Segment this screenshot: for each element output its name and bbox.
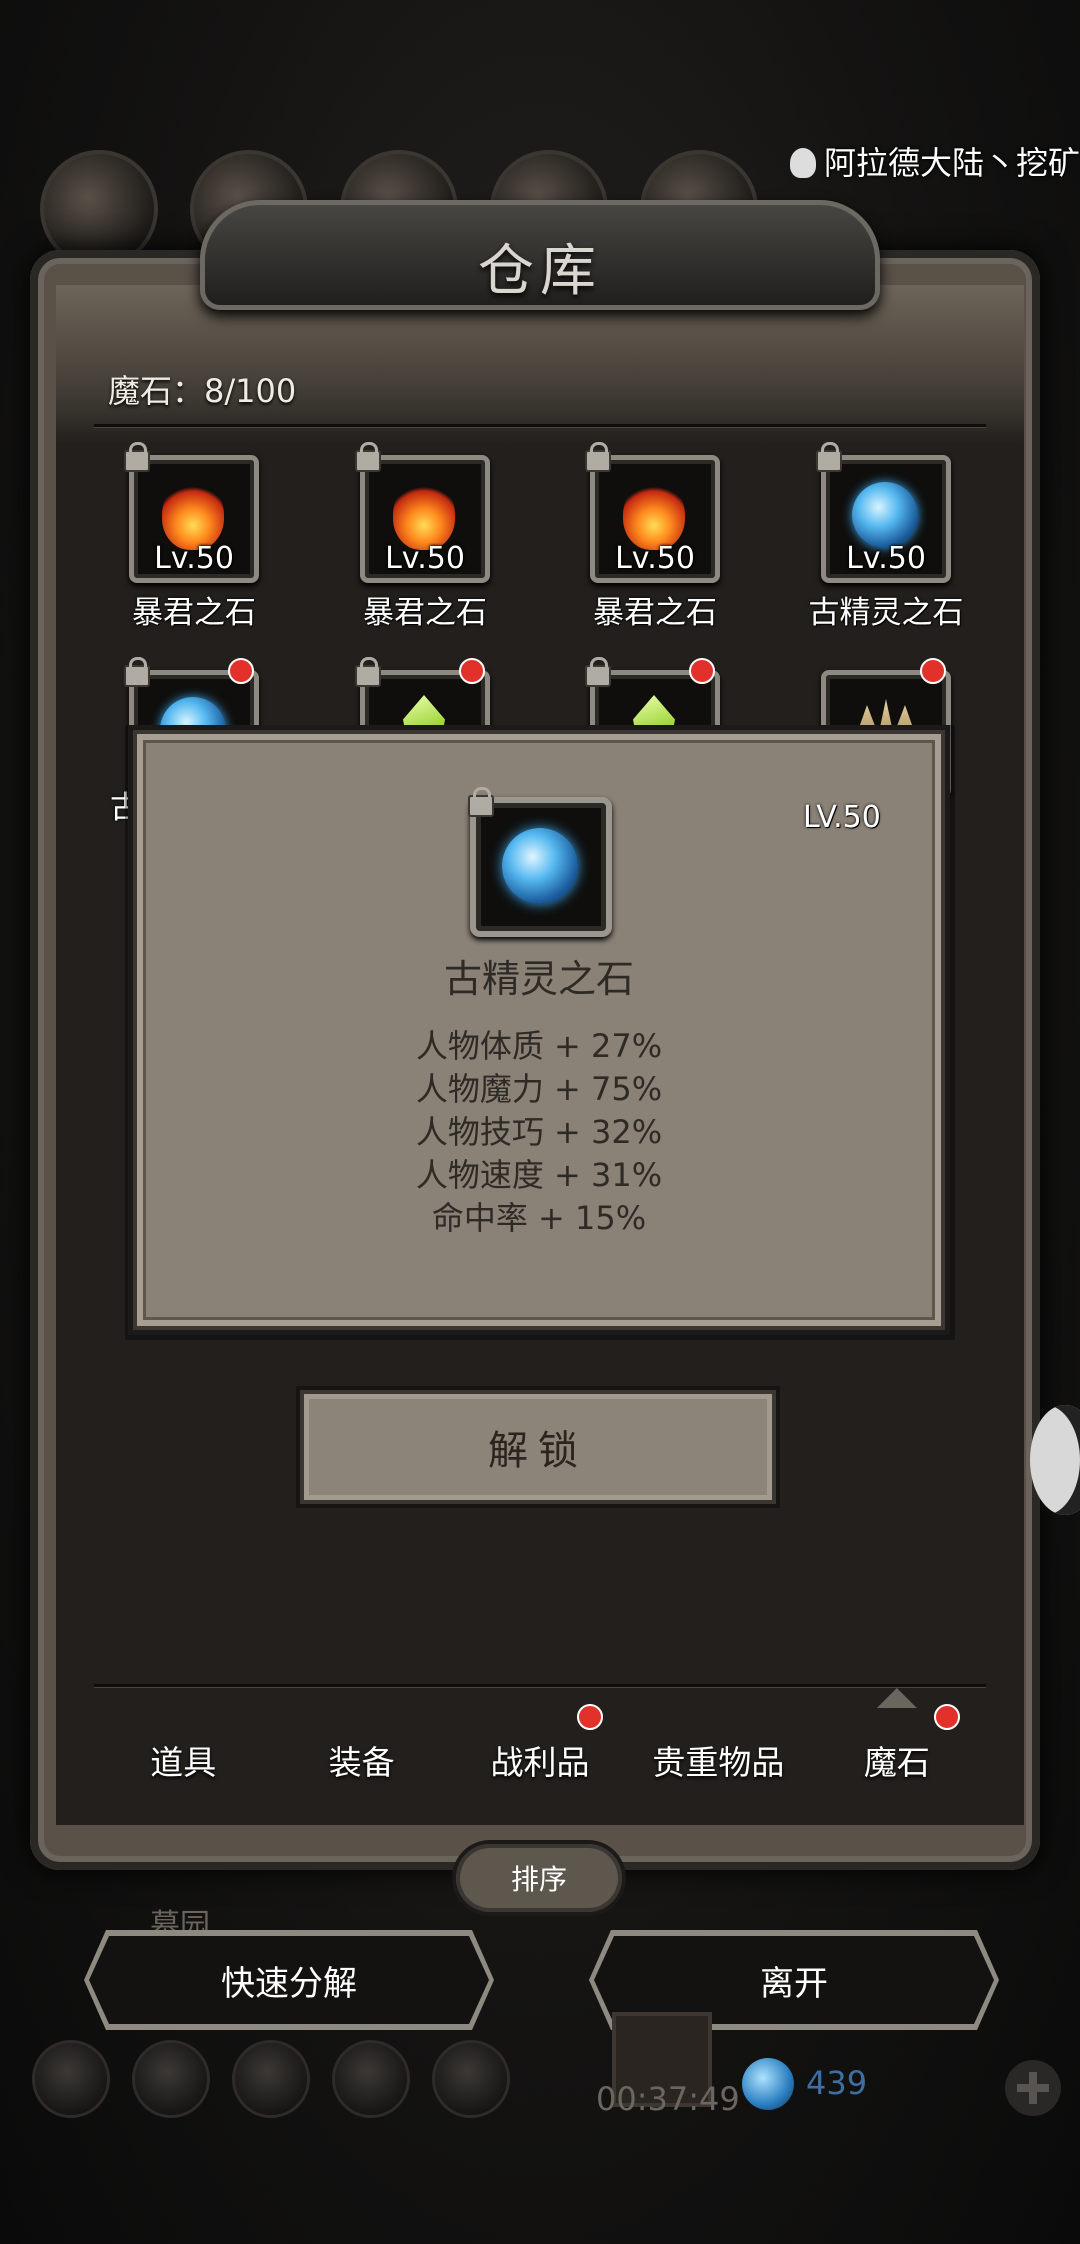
- timer: 00:37:49: [596, 2080, 740, 2118]
- lock-icon: [355, 657, 381, 687]
- tab-valuables[interactable]: 贵重物品: [629, 1700, 807, 1820]
- sort-button[interactable]: 排序: [456, 1844, 622, 1912]
- leave-button[interactable]: 离开: [594, 1936, 994, 2024]
- inventory-item[interactable]: Lv.50 暴君之石: [565, 442, 745, 632]
- item-slot[interactable]: Lv.50: [816, 442, 951, 583]
- settings-gear-icon[interactable]: [32, 2040, 110, 2118]
- lock-icon: [124, 442, 150, 472]
- popup-item-name: 古精灵之石: [443, 957, 634, 1001]
- notification-badge: [920, 658, 946, 684]
- inventory-item[interactable]: Lv.50 暴君之石: [335, 442, 515, 632]
- popup-stats: 人物体质 + 27% 人物魔力 + 75% 人物技巧 + 32% 人物速度 + …: [133, 1025, 945, 1240]
- inventory-item[interactable]: Lv.50 暴君之石: [104, 442, 284, 632]
- item-slot[interactable]: Lv.50: [124, 442, 259, 583]
- lock-icon: [585, 442, 611, 472]
- spirit-stone-icon: [502, 828, 578, 904]
- notification-badge: [228, 658, 254, 684]
- lock-icon: [468, 787, 494, 817]
- fire-stone-icon: [623, 480, 685, 550]
- lock-icon: [124, 657, 150, 687]
- lock-icon: [355, 442, 381, 472]
- server-name: 阿拉德大陆丶挖矿: [789, 138, 1080, 184]
- item-slot[interactable]: Lv.50: [355, 442, 490, 583]
- item-level: Lv.50: [385, 541, 465, 576]
- notification-badge: [689, 658, 715, 684]
- anvil-icon[interactable]: [432, 2040, 510, 2118]
- stat-line: 命中率 + 15%: [431, 1199, 647, 1237]
- stat-line: 人物魔力 + 75%: [415, 1070, 663, 1108]
- fire-stone-icon: [162, 480, 224, 550]
- item-name: 暴君之石: [363, 595, 487, 631]
- lock-icon: [585, 657, 611, 687]
- building-icon[interactable]: [232, 2040, 310, 2118]
- notification-badge: [459, 658, 485, 684]
- category-tabs: 道具 装备 战利品 贵重物品 魔石: [94, 1700, 986, 1820]
- unlock-button[interactable]: 解锁: [300, 1390, 776, 1504]
- notification-badge: [577, 1704, 604, 1730]
- stat-line: 人物速度 + 31%: [415, 1156, 663, 1194]
- mail-icon[interactable]: [332, 2040, 410, 2118]
- item-name: 暴君之石: [593, 595, 717, 631]
- stone-count-label: 魔石：8/100: [108, 372, 297, 410]
- item-name: 古精灵之石: [808, 595, 964, 631]
- tab-loot[interactable]: 战利品: [451, 1700, 629, 1820]
- divider: [94, 424, 986, 428]
- tab-equipment[interactable]: 装备: [272, 1700, 450, 1820]
- item-level: Lv.50: [846, 541, 926, 576]
- tab-magic-stones[interactable]: 魔石: [808, 1700, 986, 1820]
- notification-badge: [934, 1704, 961, 1730]
- plus-icon[interactable]: [1005, 2060, 1061, 2116]
- item-slot[interactable]: Lv.50: [585, 442, 720, 583]
- stat-line: 人物体质 + 27%: [415, 1027, 663, 1065]
- quick-decompose-button[interactable]: 快速分解: [89, 1936, 489, 2024]
- popup-level: LV.50: [803, 800, 881, 835]
- inventory-item[interactable]: Lv.50 古精灵之石: [796, 442, 976, 632]
- tab-items[interactable]: 道具: [94, 1700, 272, 1820]
- star-icon[interactable]: [132, 2040, 210, 2118]
- qq-penguin-icon: [789, 148, 816, 178]
- gem-currency-icon: [742, 2058, 794, 2110]
- fire-stone-icon: [393, 480, 455, 550]
- lock-icon: [816, 442, 842, 472]
- divider: [94, 1684, 986, 1688]
- window-title: 仓库: [478, 239, 602, 304]
- item-level: Lv.50: [615, 541, 695, 576]
- item-level: Lv.50: [154, 541, 234, 576]
- gem-count: 439: [806, 2064, 868, 2102]
- stat-line: 人物技巧 + 32%: [415, 1113, 663, 1151]
- item-name: 暴君之石: [132, 595, 256, 631]
- spirit-stone-icon: [852, 482, 918, 548]
